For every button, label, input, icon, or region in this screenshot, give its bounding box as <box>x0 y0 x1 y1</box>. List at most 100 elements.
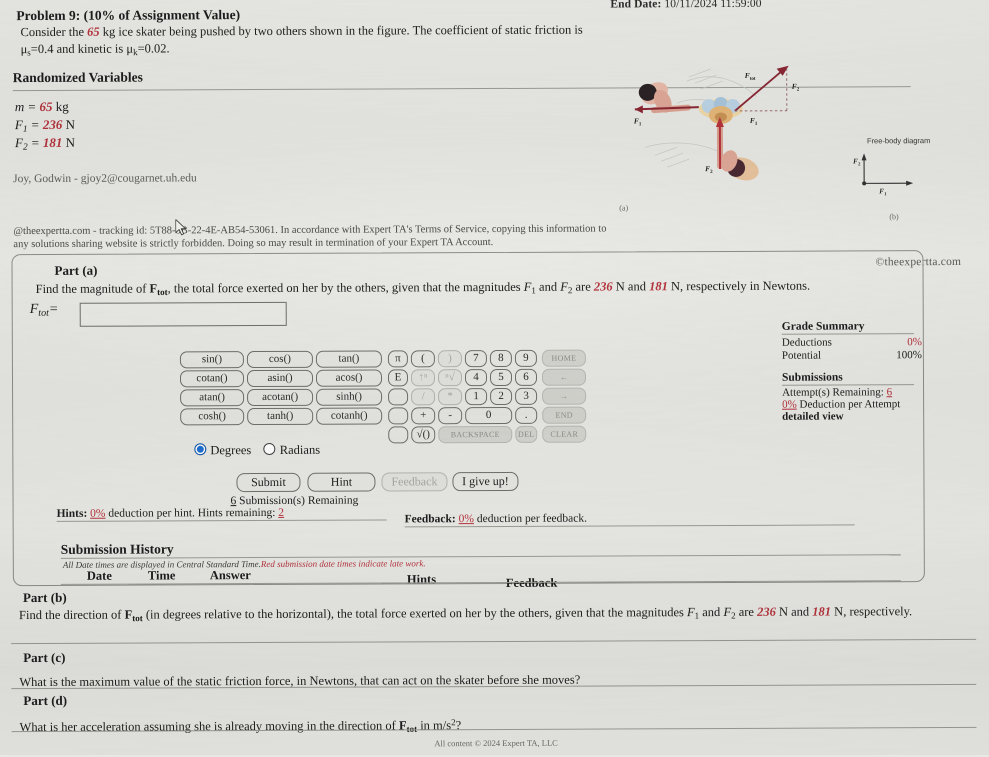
variable-row-f2: F2 = 181 N <box>15 135 75 153</box>
part-a-prompt-text-2: , the total force exerted on her by the … <box>168 280 524 296</box>
part-b-text-4: N and <box>776 605 813 619</box>
keypad-key-multiply[interactable]: * <box>438 388 462 405</box>
keypad-key-plus[interactable]: + <box>411 407 435 424</box>
keypad-fn-tan[interactable]: tan() <box>316 350 382 367</box>
keypad-key-clear[interactable]: CLEAR <box>542 426 586 443</box>
hints-remaining-count: 2 <box>278 507 284 519</box>
part-d-text: What is her acceleration assuming she is… <box>19 712 974 739</box>
keypad-key-end[interactable]: END <box>542 407 586 424</box>
keypad-key-8[interactable]: 8 <box>490 350 512 367</box>
submissions-remaining: 6 Submission(s) Remaining <box>231 495 359 508</box>
attempts-remaining-value: 6 <box>887 386 893 398</box>
keypad-key-sqrt[interactable]: √() <box>411 426 435 443</box>
keypad-fn-tanh[interactable]: tanh() <box>247 408 313 425</box>
variable-symbol-f2: F <box>15 135 23 150</box>
part-b-text: Find the direction of Ftot (in degrees r… <box>19 603 974 627</box>
degrees-radio[interactable] <box>194 443 206 455</box>
keypad-fn-acotan[interactable]: acotan() <box>247 389 313 406</box>
keypad-key-7[interactable]: 7 <box>465 350 487 367</box>
keypad-key-open-paren[interactable]: ( <box>411 350 435 367</box>
keypad-key-minus[interactable]: - <box>438 407 462 424</box>
keypad-fn-cotanh[interactable]: cotanh() <box>316 407 382 424</box>
hints-label: Hints: <box>57 508 88 520</box>
keypad-key-nth-root[interactable]: ⁿ√ <box>438 369 462 386</box>
keypad-fn-cos[interactable]: cos() <box>247 351 313 368</box>
mu-k-value: =0.02. <box>138 41 170 55</box>
part-b-label: Part (b) <box>23 590 67 606</box>
figure-label-f1-left-sub: 1 <box>639 122 642 127</box>
keypad-key-3[interactable]: 3 <box>515 388 537 405</box>
part-a-prompt-text-1: Find the magnitude of <box>36 282 150 296</box>
answer-symbol: Ftot= <box>30 302 59 319</box>
keypad-key-blank-1[interactable] <box>388 388 408 405</box>
keypad-key-1[interactable]: 1 <box>465 388 487 405</box>
column-header-time: Time <box>148 568 176 583</box>
hints-deduction-pct: 0% <box>90 508 105 520</box>
radians-option[interactable]: Radians <box>264 443 320 457</box>
variable-unit-m: kg <box>56 99 69 114</box>
part-b-f2: F <box>723 605 731 619</box>
radians-label: Radians <box>280 443 320 457</box>
keypad-fn-acos[interactable]: acos() <box>316 369 382 386</box>
keypad-key-divide[interactable]: / <box>411 388 435 405</box>
answer-symbol-f: F <box>30 302 39 317</box>
part-b-symbol-sub: tot <box>132 613 143 623</box>
column-header-date: Date <box>87 569 112 584</box>
fbd-label-f2-sub: 2 <box>858 161 861 166</box>
column-header-feedback: Feedback <box>506 576 557 591</box>
fbd-title: Free-body diagram <box>867 136 930 145</box>
column-header-answer: Answer <box>210 568 251 583</box>
variable-value-f2: 181 <box>43 135 63 150</box>
keypad-key-blank-3[interactable] <box>388 426 408 443</box>
keypad-key-e[interactable]: E <box>388 369 408 386</box>
keypad-key-9[interactable]: 9 <box>515 350 537 367</box>
divider-grade-summary <box>782 333 914 335</box>
keypad-key-5[interactable]: 5 <box>490 369 512 386</box>
variable-row-m: m = 65 kg <box>15 99 69 115</box>
problem-mass-value: 65 <box>87 25 100 39</box>
feedback-deduction-pct: 0% <box>459 513 474 525</box>
feedback-button[interactable]: Feedback <box>381 472 447 491</box>
keypad-key-delete[interactable]: DEL <box>515 426 537 443</box>
keypad-key-0[interactable]: 0 <box>465 407 512 424</box>
degrees-option[interactable]: Degrees <box>194 443 251 457</box>
keypad-key-power-up[interactable]: ↑ⁿ <box>411 369 435 386</box>
keypad-key-decimal[interactable]: . <box>515 407 537 424</box>
variable-unit-f1: N <box>66 117 75 132</box>
submit-button[interactable]: Submit <box>236 473 300 492</box>
grade-row-potential: Potential 100% <box>782 349 922 363</box>
part-c-label: Part (c) <box>23 650 65 666</box>
keypad-fn-sinh[interactable]: sinh() <box>316 388 382 405</box>
keypad-fn-cosh[interactable]: cosh() <box>180 408 244 425</box>
keypad-key-4[interactable]: 4 <box>465 369 487 386</box>
keypad-key-close-paren[interactable]: ) <box>438 350 462 367</box>
keypad-key-backspace[interactable]: BACKSPACE <box>438 426 512 443</box>
keypad-key-arrow-left[interactable]: ← <box>542 369 586 386</box>
keypad-fn-cotan[interactable]: cotan() <box>180 370 244 387</box>
keypad-fn-asin[interactable]: asin() <box>247 370 313 387</box>
keypad-key-2[interactable]: 2 <box>490 388 512 405</box>
answer-equals: = <box>49 302 59 317</box>
keypad-key-pi[interactable]: π <box>388 350 408 367</box>
radians-radio[interactable] <box>264 443 276 455</box>
detailed-view-link[interactable]: detailed view <box>782 410 922 423</box>
hint-button[interactable]: Hint <box>307 473 375 492</box>
figure-label-f2-comp-sub: 2 <box>797 88 800 93</box>
angle-mode-group: Degrees Radians <box>194 443 320 459</box>
part-b-value-f2: 181 <box>812 605 831 619</box>
keypad-fn-sin[interactable]: sin() <box>180 351 244 368</box>
figure-label-f1-comp-sub: 1 <box>755 122 758 127</box>
grade-row-deductions: Deductions 0% <box>782 336 922 350</box>
submissions-remaining-count: 6 <box>231 495 237 507</box>
part-d-label: Part (d) <box>23 693 67 709</box>
give-up-button[interactable]: I give up! <box>452 472 518 491</box>
keypad-key-blank-2[interactable] <box>388 407 408 424</box>
keypad-fn-atan[interactable]: atan() <box>180 389 244 406</box>
answer-input[interactable] <box>80 302 287 327</box>
problem-statement: Consider the 65 kg ice skater being push… <box>20 21 610 61</box>
keypad-key-arrow-right[interactable]: → <box>542 388 586 405</box>
potential-label: Potential <box>782 350 821 362</box>
column-header-hints: Hints <box>407 572 436 587</box>
keypad-key-home[interactable]: HOME <box>542 350 586 367</box>
keypad-key-6[interactable]: 6 <box>515 369 537 386</box>
